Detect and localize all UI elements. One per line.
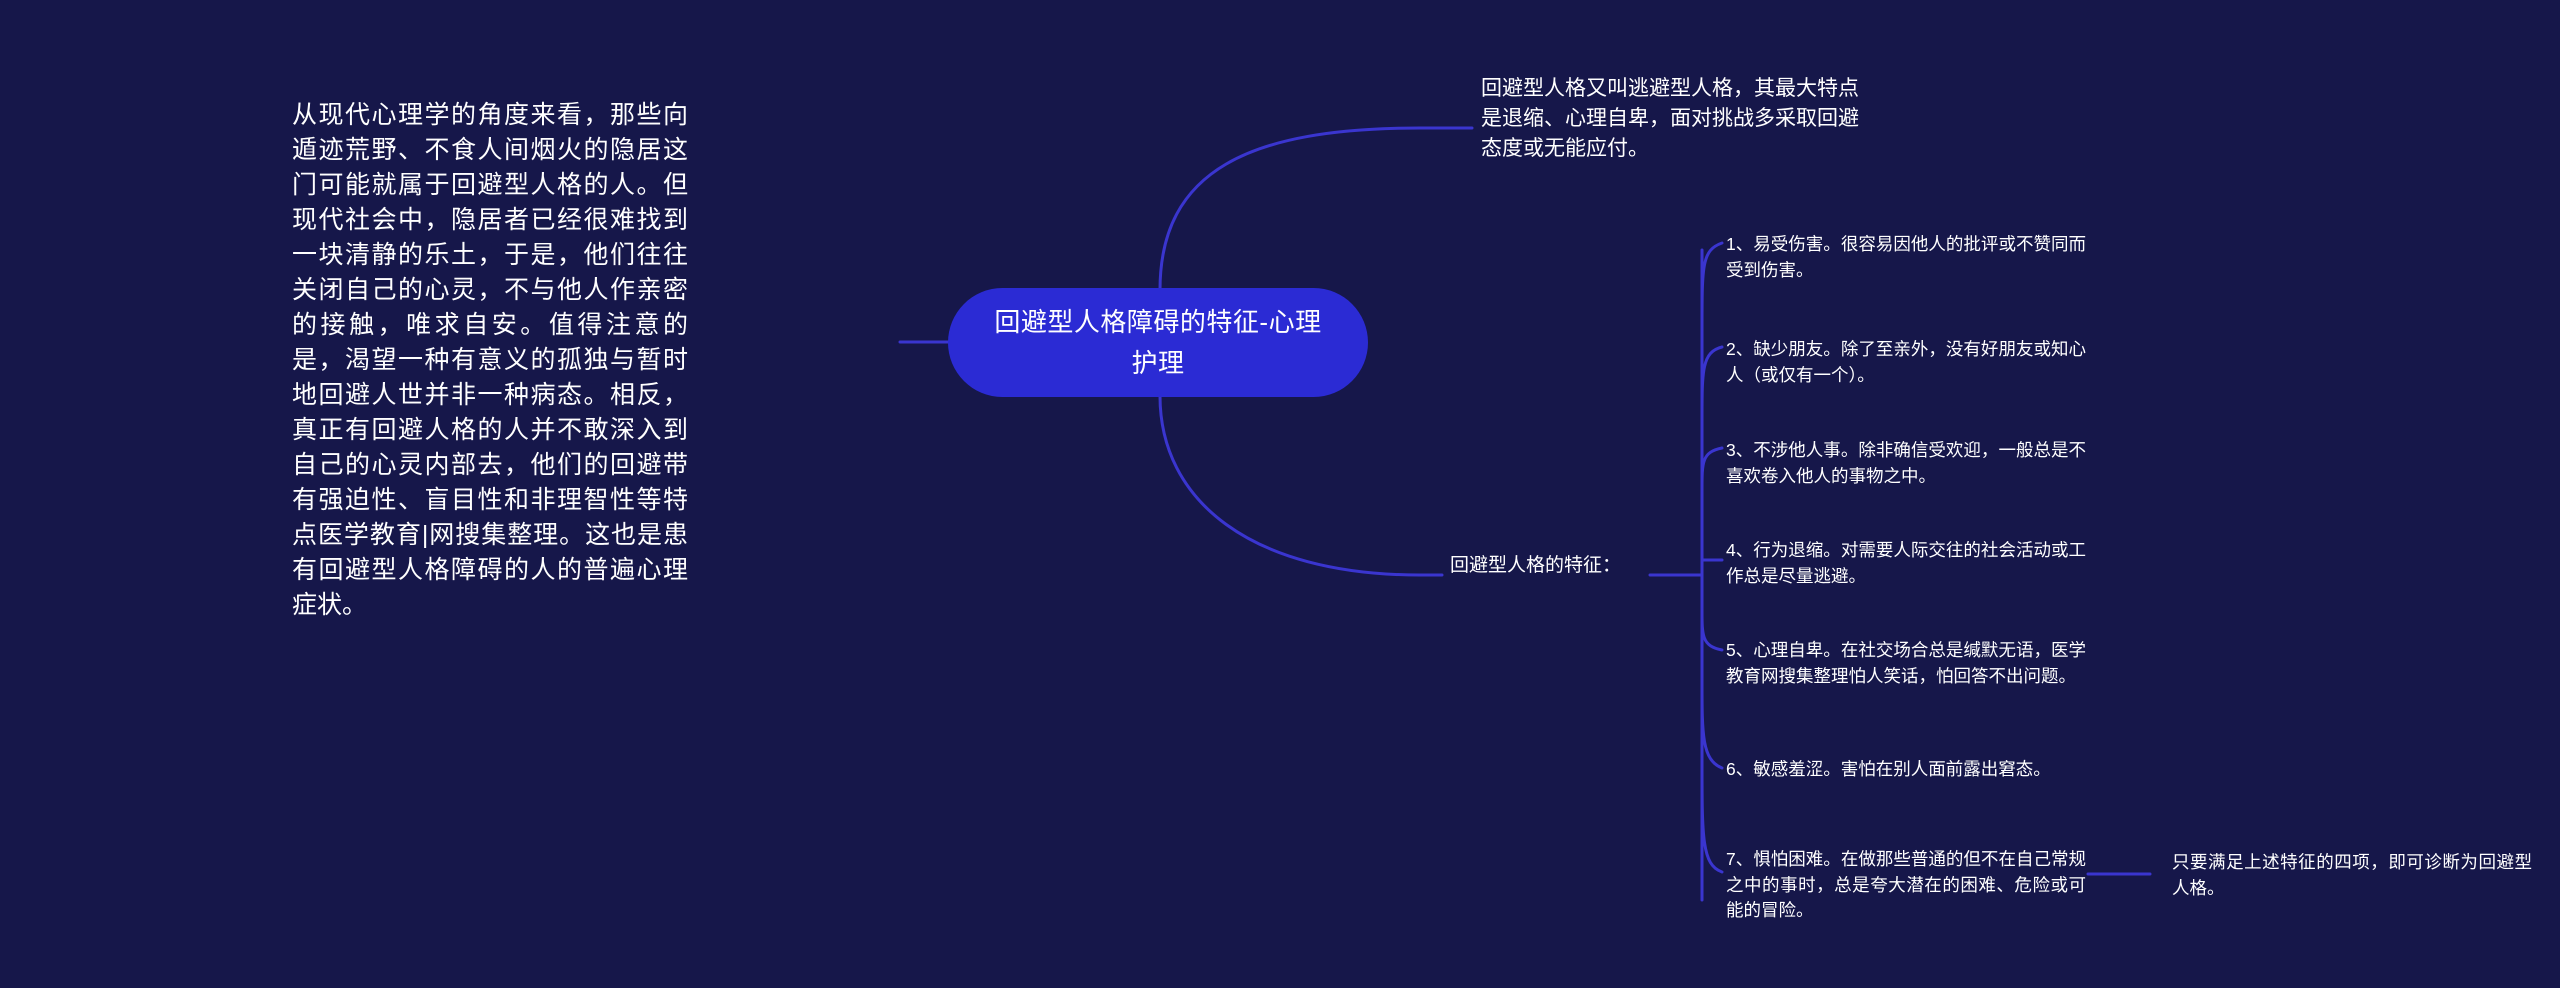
wire-feature-2 [1700,446,1724,492]
feature-item: 4、行为退缩。对需要人际交往的社会活动或工作总是尽量逃避。 [1726,540,2086,586]
feature-item: 5、心理自卑。在社交场合总是缄默无语，医学教育网搜集整理怕人笑话，怕回答不出问题… [1726,640,2086,686]
wire-feature-5 [1700,678,1724,770]
wire-definition-branch [1158,126,1474,292]
definition-note: 回避型人格又叫逃避型人格，其最大特点是退缩、心理自卑，面对挑战多采取回避态度或无… [1481,77,1859,160]
wire-features-branch [1158,394,1444,577]
conclusion-note: 只要满足上述特征的四项，即可诊断为回避型人格。 [2172,852,2532,898]
wire-feature-1 [1700,345,1724,422]
wire-feature-4 [1700,608,1724,652]
features-branch-label: 回避型人格的特征： [1450,555,1622,576]
feature-item: 2、缺少朋友。除了至亲外，没有好朋友或知心人（或仅有一个）。 [1726,339,2086,385]
feature-item: 3、不涉他人事。除非确信受欢迎，一般总是不喜欢卷入他人的事物之中。 [1726,440,2086,486]
mindmap-canvas: 从现代心理学的角度来看，那些向遁迹荒野、不食人间烟火的隐居这门可能就属于回避型人… [0,0,2560,988]
wire-feature-0 [1700,241,1724,332]
feature-item: 1、易受伤害。很容易因他人的批评或不赞同而受到伤害。 [1726,234,2086,280]
feature-item: 6、敏感羞涩。害怕在别人面前露出窘态。 [1726,759,2051,779]
central-topic-label: 回避型人格障碍的特征-心理护理 [994,306,1322,378]
central-topic-node[interactable]: 回避型人格障碍的特征-心理护理 [948,288,1368,397]
intro-paragraph: 从现代心理学的角度来看，那些向遁迹荒野、不食人间烟火的隐居这门可能就属于回避型人… [292,101,688,619]
feature-item: 7、惧怕困难。在做那些普通的但不在自己常规之中的事时，总是夸大潜在的困难、危险或… [1726,849,2086,920]
wire-feature-6 [1700,758,1724,874]
